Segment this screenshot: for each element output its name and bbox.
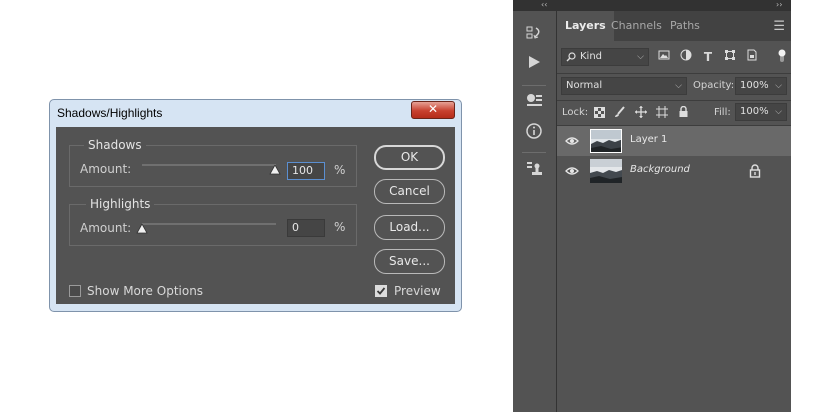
layers-panel: Layers Channels Paths ☰ Kind ⌵ T Normal … — [557, 11, 791, 412]
layer-name[interactable]: Layer 1 — [630, 134, 667, 145]
history-icon[interactable] — [523, 25, 545, 45]
close-icon[interactable]: ✕ — [411, 101, 455, 119]
lock-position-icon[interactable] — [633, 106, 649, 122]
lock-all-icon[interactable] — [675, 105, 691, 122]
layer-lock-icon[interactable] — [747, 163, 763, 179]
search-icon — [566, 52, 576, 62]
visibility-eye-icon[interactable] — [565, 135, 579, 147]
lock-artboard-icon[interactable] — [654, 106, 670, 122]
save-button[interactable]: Save... — [374, 249, 445, 274]
shadows-amount-label: Amount: — [80, 162, 132, 176]
chevron-down-icon: ⌵ — [775, 107, 782, 117]
tab-channels[interactable]: Channels — [603, 11, 670, 41]
shadows-percent-label: % — [334, 163, 346, 177]
properties-icon[interactable] — [523, 92, 545, 112]
tool-divider — [522, 85, 546, 86]
fill-label: Fill: — [714, 107, 731, 118]
blend-mode-select[interactable]: Normal ⌵ — [561, 77, 687, 95]
chevron-down-icon: ⌵ — [775, 81, 782, 91]
shadows-highlights-dialog: Shadows/Highlights ✕ Shadows Amount: 100… — [49, 99, 462, 312]
lock-transparent-pixels-icon[interactable] — [591, 106, 607, 122]
collapsed-panel-strip — [513, 11, 557, 412]
show-more-options-label[interactable]: Show More Options — [87, 284, 203, 298]
cancel-button[interactable]: Cancel — [374, 179, 445, 204]
shadows-slider-track[interactable] — [142, 164, 276, 166]
load-button[interactable]: Load... — [374, 215, 445, 240]
filter-adjustment-icon[interactable] — [678, 49, 694, 65]
panel-tab-bar: Layers Channels Paths ☰ — [557, 11, 791, 41]
photoshop-panel-dock: ‹‹ ›› Layers Channels Paths ☰ Kind ⌵ T N… — [513, 0, 791, 412]
layer-thumbnail — [590, 129, 622, 153]
panel-top-strip: ‹‹ ›› — [513, 0, 791, 11]
collapse-right-icon[interactable]: ›› — [776, 0, 782, 10]
preview-checkbox[interactable] — [375, 285, 387, 297]
filter-kind-select[interactable]: Kind ⌵ — [561, 48, 649, 66]
tool-divider — [522, 152, 546, 153]
actions-play-icon[interactable] — [523, 53, 545, 73]
dialog-body: Shadows Amount: 100 % Highlights Amount:… — [56, 127, 455, 304]
ok-button[interactable]: OK — [374, 145, 445, 170]
filter-type-icon[interactable]: T — [700, 49, 716, 65]
filter-shape-icon[interactable] — [722, 49, 738, 65]
filter-toggle-icon[interactable] — [774, 49, 790, 67]
fill-value: 100% — [740, 106, 769, 117]
highlights-group-title: Highlights — [86, 197, 155, 211]
fill-input[interactable]: 100% ⌵ — [735, 103, 787, 121]
panel-divider — [557, 73, 791, 74]
show-more-options-checkbox[interactable] — [69, 285, 81, 297]
clone-source-icon[interactable] — [523, 160, 545, 180]
panel-menu-icon[interactable]: ☰ — [773, 19, 785, 34]
opacity-label: Opacity: — [693, 80, 735, 91]
layer-name[interactable]: Background — [630, 164, 690, 175]
chevron-down-icon: ⌵ — [637, 52, 644, 62]
layer-thumbnail — [590, 159, 622, 183]
lock-image-pixels-icon[interactable] — [612, 106, 628, 122]
opacity-value: 100% — [740, 80, 769, 91]
layer-row-layer-1[interactable]: Layer 1 — [557, 126, 791, 156]
filter-kind-label: Kind — [580, 51, 603, 62]
layer-row-background[interactable]: Background — [557, 156, 791, 186]
dialog-title: Shadows/Highlights — [57, 106, 163, 120]
lock-label: Lock: — [562, 107, 589, 118]
shadows-amount-input[interactable]: 100 — [287, 162, 325, 180]
panel-divider — [557, 100, 791, 101]
highlights-percent-label: % — [334, 220, 346, 234]
info-icon[interactable] — [523, 122, 545, 142]
collapse-left-icon[interactable]: ‹‹ — [541, 0, 547, 10]
tab-paths[interactable]: Paths — [662, 11, 708, 41]
blend-mode-label: Normal — [566, 80, 603, 91]
highlights-slider-track[interactable] — [142, 223, 276, 225]
shadows-group-title: Shadows — [84, 138, 146, 152]
filter-smart-object-icon[interactable] — [744, 49, 760, 65]
highlights-amount-input[interactable]: 0 — [287, 219, 325, 237]
highlights-amount-label: Amount: — [80, 221, 132, 235]
filter-pixel-icon[interactable] — [656, 49, 672, 65]
opacity-input[interactable]: 100% ⌵ — [735, 77, 787, 95]
visibility-eye-icon[interactable] — [565, 165, 579, 177]
chevron-down-icon: ⌵ — [675, 81, 682, 91]
preview-label[interactable]: Preview — [394, 284, 441, 298]
